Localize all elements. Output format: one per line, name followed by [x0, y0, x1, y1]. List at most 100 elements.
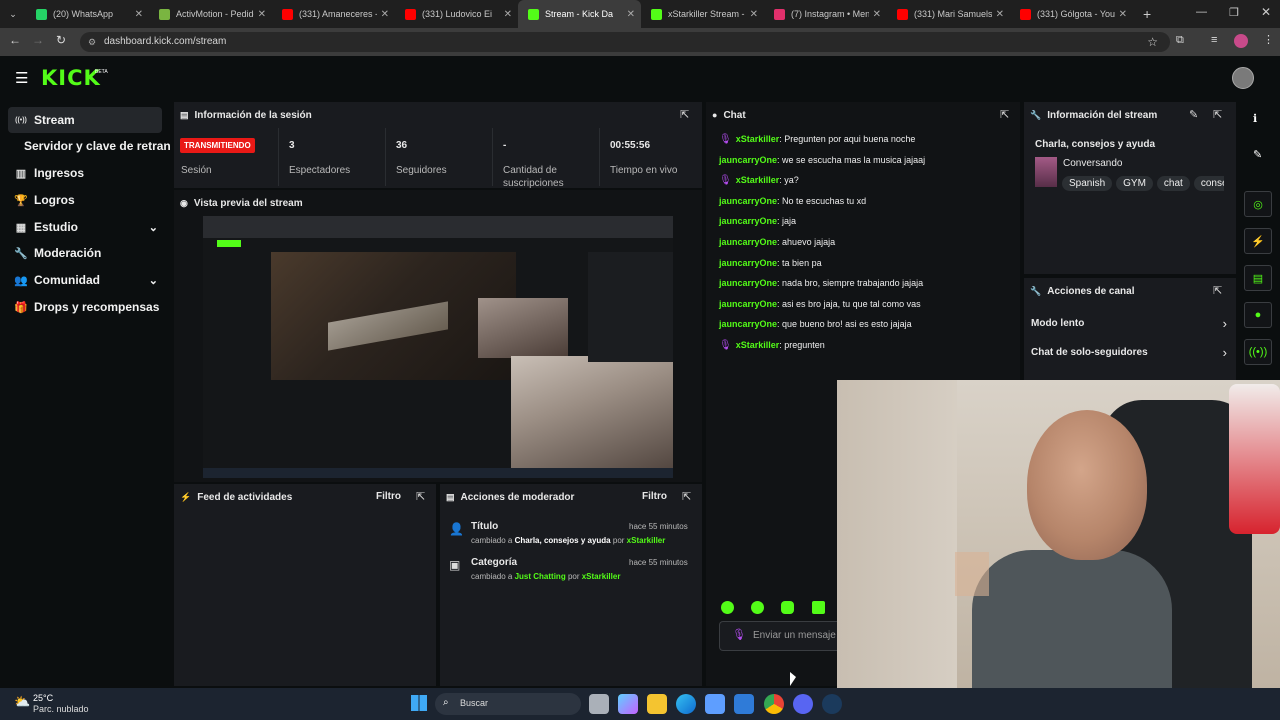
- stream-preview-video[interactable]: [203, 216, 673, 478]
- sidebar-item[interactable]: ▦ Estudio ⌄: [8, 214, 162, 240]
- browser-tab[interactable]: (20) WhatsApp ✕: [26, 0, 149, 28]
- tab-close-icon[interactable]: ✕: [873, 9, 881, 20]
- chrome-icon[interactable]: [764, 694, 784, 714]
- copilot-icon[interactable]: [618, 694, 638, 714]
- maximize-window-button[interactable]: ❐: [1229, 6, 1239, 19]
- browser-menu-icon[interactable]: ⋮: [1263, 33, 1274, 46]
- mail-icon[interactable]: [734, 694, 754, 714]
- edge-browser-icon[interactable]: [676, 694, 696, 714]
- tab-search-button[interactable]: ⌄: [0, 0, 26, 28]
- tab-close-icon[interactable]: ✕: [750, 9, 758, 20]
- popout-icon[interactable]: ⇱: [680, 108, 689, 121]
- tab-close-icon[interactable]: ✕: [1119, 9, 1127, 20]
- chat-username[interactable]: jauncarryOne: [719, 196, 777, 206]
- browser-tab[interactable]: (7) Instagram • Mens ✕: [764, 0, 887, 28]
- url-input[interactable]: ⚙ dashboard.kick.com/stream ☆: [80, 32, 1170, 52]
- browser-tab[interactable]: Stream - Kick Da ✕: [518, 0, 641, 28]
- chat-username[interactable]: xStarkiller: [736, 134, 780, 144]
- sidebar-item[interactable]: Servidor y clave de retransmisión: [8, 133, 170, 159]
- emote-button[interactable]: [781, 601, 794, 614]
- channel-action-row[interactable]: Modo lento ›: [1031, 316, 1227, 336]
- popout-icon[interactable]: ⇱: [1000, 108, 1009, 121]
- chat-username[interactable]: jauncarryOne: [719, 258, 777, 268]
- bookmark-star-icon[interactable]: ☆: [1147, 32, 1158, 52]
- task-view-icon[interactable]: [589, 694, 609, 714]
- chat-username[interactable]: jauncarryOne: [719, 278, 777, 288]
- stream-tag[interactable]: chat: [1156, 176, 1190, 191]
- close-window-button[interactable]: ✕: [1261, 5, 1271, 19]
- emote-button[interactable]: [721, 601, 734, 614]
- sidebar-item[interactable]: 🔧 Moderación: [8, 240, 162, 266]
- extensions-icon[interactable]: ⧉: [1176, 34, 1184, 47]
- steam-icon[interactable]: [822, 694, 842, 714]
- notes-tool-button[interactable]: ▤: [1244, 265, 1272, 291]
- discord-icon[interactable]: [793, 694, 813, 714]
- chat-username[interactable]: xStarkiller: [736, 340, 780, 350]
- info-icon[interactable]: ℹ: [1253, 112, 1257, 125]
- kick-logo[interactable]: KICK: [41, 66, 101, 90]
- chevron-down-icon[interactable]: ⌄: [149, 221, 158, 234]
- chevron-down-icon[interactable]: ⌄: [149, 274, 158, 287]
- reload-icon[interactable]: ↻: [56, 33, 66, 47]
- tab-close-icon[interactable]: ✕: [627, 9, 635, 20]
- boost-tool-button[interactable]: ⚡: [1244, 228, 1272, 254]
- mod-action-user[interactable]: xStarkiller: [582, 572, 621, 581]
- popout-icon[interactable]: ⇱: [682, 490, 691, 503]
- chat-tool-button[interactable]: ●: [1244, 302, 1272, 328]
- browser-tab[interactable]: xStarkiller Stream - V ✕: [641, 0, 764, 28]
- chat-username[interactable]: xStarkiller: [736, 175, 780, 185]
- browser-tab[interactable]: ActivMotion - Pedido ✕: [149, 0, 272, 28]
- start-button[interactable]: [411, 695, 427, 711]
- profile-avatar[interactable]: [1234, 34, 1248, 48]
- activity-filter-button[interactable]: Filtro: [376, 491, 401, 502]
- tab-close-icon[interactable]: ✕: [996, 9, 1004, 20]
- sidebar-item[interactable]: ((•)) Stream: [8, 107, 162, 133]
- minimize-window-button[interactable]: —: [1196, 6, 1207, 18]
- popout-icon[interactable]: ⇱: [1213, 284, 1222, 297]
- sidebar-toggle-icon[interactable]: ≡: [1211, 34, 1217, 46]
- back-arrow-icon[interactable]: ←: [9, 33, 21, 47]
- mod-action-user[interactable]: xStarkiller: [627, 536, 666, 545]
- browser-tab[interactable]: (331) Ludovico Ei ✕: [395, 0, 518, 28]
- stream-tag[interactable]: Spanish: [1062, 176, 1113, 191]
- mod-filter-button[interactable]: Filtro: [642, 491, 667, 502]
- store-icon[interactable]: [705, 694, 725, 714]
- channel-action-row[interactable]: Chat de solo-seguidores ›: [1031, 345, 1227, 365]
- clip-tool-button[interactable]: ◎: [1244, 191, 1272, 217]
- sidebar-item[interactable]: ▥ Ingresos: [8, 160, 162, 186]
- forward-arrow-icon[interactable]: →: [32, 33, 44, 47]
- sidebar-item[interactable]: 👥 Comunidad ⌄: [8, 267, 162, 293]
- chat-username[interactable]: jauncarryOne: [719, 216, 777, 226]
- emote-button[interactable]: [812, 601, 825, 614]
- site-info-icon[interactable]: ⚙: [88, 32, 96, 52]
- pencil-icon[interactable]: ✎: [1253, 148, 1262, 161]
- popout-icon[interactable]: ⇱: [416, 490, 425, 503]
- browser-tab[interactable]: (331) Mari Samuelser ✕: [887, 0, 1010, 28]
- broadcast-tool-button[interactable]: ((•)): [1244, 339, 1272, 365]
- taskbar-search[interactable]: ⌕ Buscar: [435, 693, 581, 715]
- tab-close-icon[interactable]: ✕: [381, 9, 389, 20]
- file-explorer-icon[interactable]: [647, 694, 667, 714]
- new-tab-button[interactable]: +: [1143, 6, 1151, 22]
- stream-tag[interactable]: GYM: [1116, 176, 1153, 191]
- chat-username[interactable]: jauncarryOne: [719, 237, 777, 247]
- chat-username[interactable]: jauncarryOne: [719, 299, 777, 309]
- category-name[interactable]: Conversando: [1063, 158, 1122, 169]
- stream-tag[interactable]: consejos: [1193, 176, 1224, 191]
- edit-pencil-icon[interactable]: ✎: [1189, 108, 1198, 121]
- browser-tab[interactable]: (331) Amaneceres - Y ✕: [272, 0, 395, 28]
- chat-username[interactable]: jauncarryOne: [719, 155, 777, 165]
- sidebar-item[interactable]: 🏆 Logros: [8, 187, 162, 213]
- stat-cell: 00:55:56 Tiempo en vivo: [599, 128, 702, 186]
- tab-close-icon[interactable]: ✕: [504, 9, 512, 20]
- browser-tab[interactable]: (331) Gólgota - YouT ✕: [1010, 0, 1133, 28]
- emote-button[interactable]: [751, 601, 764, 614]
- popout-icon[interactable]: ⇱: [1213, 108, 1222, 121]
- tab-close-icon[interactable]: ✕: [135, 9, 143, 20]
- tab-close-icon[interactable]: ✕: [258, 9, 266, 20]
- sidebar-item[interactable]: 🎁 Drops y recompensas: [8, 294, 162, 320]
- chat-username[interactable]: jauncarryOne: [719, 319, 777, 329]
- user-avatar[interactable]: [1232, 67, 1254, 89]
- chat-input[interactable]: 🎙 Enviar un mensaje: [719, 621, 837, 651]
- hamburger-menu-icon[interactable]: ☰: [15, 69, 28, 87]
